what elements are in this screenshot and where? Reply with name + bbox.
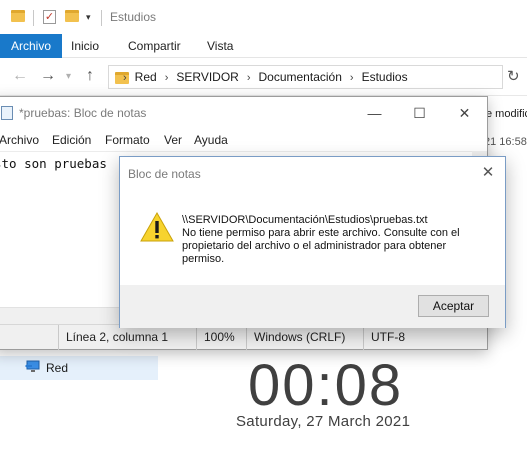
quick-access-toolbar: ✓ ▾ Estudios <box>0 0 527 34</box>
network-icon <box>25 360 40 372</box>
minimize-icon[interactable]: — <box>352 97 397 129</box>
status-zoom: 100% <box>196 325 235 350</box>
ribbon-tabs: Archivo Inicio Compartir Vista <box>0 34 527 58</box>
address-bar[interactable]: › Red › SERVIDOR › Documentación › Estudios <box>108 65 503 89</box>
clock-date: Saturday, 27 March 2021 <box>236 413 411 430</box>
navigation-pane: Red <box>0 356 158 453</box>
notepad-title-bar[interactable]: *pruebas: Bloc de notas — ☐ ✕ <box>0 97 487 129</box>
menu-ayuda[interactable]: Ayuda <box>194 133 228 147</box>
clock-time: 00:08 <box>248 353 404 418</box>
up-arrow-icon[interactable]: ↑ <box>86 67 94 85</box>
breadcrumb-separator-icon: › <box>164 72 169 84</box>
refresh-icon[interactable]: ↻ <box>507 67 520 85</box>
close-icon[interactable]: ✕ <box>442 97 487 129</box>
tab-inicio[interactable]: Inicio <box>71 34 99 58</box>
recent-locations-chevron-icon[interactable]: ▾ <box>66 71 71 82</box>
breadcrumb: › Red › SERVIDOR › Documentación › Estudios <box>123 70 408 84</box>
close-icon[interactable]: ✕ <box>471 157 505 189</box>
notepad-icon <box>1 106 13 120</box>
breadcrumb-servidor[interactable]: SERVIDOR <box>176 70 238 84</box>
toolbar-divider <box>33 10 34 26</box>
notepad-content[interactable]: sto son pruebas <box>0 156 107 171</box>
forward-arrow-icon[interactable]: → <box>40 67 56 85</box>
tab-vista[interactable]: Vista <box>207 34 233 58</box>
chevron-down-icon[interactable]: ▾ <box>86 12 91 23</box>
menu-ver[interactable]: Ver <box>164 133 182 147</box>
back-arrow-icon[interactable]: ← <box>12 67 28 85</box>
toolbar-divider <box>101 10 102 26</box>
dialog-title: Bloc de notas <box>128 167 201 181</box>
navigation-bar: ← → ▾ ↑ › Red › SERVIDOR › Documentación › Estu… <box>0 58 527 96</box>
tab-compartir[interactable]: Compartir <box>128 34 181 58</box>
new-folder-icon[interactable] <box>65 10 79 22</box>
status-encoding: UTF-8 <box>363 325 405 350</box>
nav-item-network[interactable]: Red <box>0 356 158 380</box>
breadcrumb-separator-icon: › <box>123 72 127 84</box>
dialog-body: \\SERVIDOR\Documentación\Estudios\prueba… <box>120 189 505 285</box>
menu-archivo[interactable]: Archivo <box>0 133 39 147</box>
accept-button[interactable]: Aceptar <box>418 295 489 317</box>
folder-icon[interactable] <box>11 10 25 22</box>
breadcrumb-estudios[interactable]: Estudios <box>362 70 408 84</box>
permission-error-dialog: Bloc de notas ✕ \\SERVIDOR\Documentación… <box>119 156 506 328</box>
clock-widget: 00:08 Saturday, 27 March 2021 <box>236 350 436 453</box>
properties-check-icon[interactable]: ✓ <box>43 10 56 24</box>
status-cursor-position: Línea 2, columna 1 <box>58 325 168 350</box>
error-text: No tiene permiso para abrir este archivo… <box>182 227 460 265</box>
breadcrumb-separator-icon: › <box>349 72 354 84</box>
notepad-title: *pruebas: Bloc de notas <box>19 106 147 120</box>
maximize-icon[interactable]: ☐ <box>397 97 442 129</box>
dialog-footer: Aceptar <box>120 285 505 328</box>
warning-icon <box>140 212 174 242</box>
tab-archivo[interactable]: Archivo <box>0 34 63 58</box>
dialog-message: \\SERVIDOR\Documentación\Estudios\prueba… <box>182 214 490 266</box>
breadcrumb-documentacion[interactable]: Documentación <box>259 70 342 84</box>
column-header-modified[interactable]: e modific <box>486 108 527 120</box>
breadcrumb-red[interactable]: Red <box>135 70 157 84</box>
breadcrumb-separator-icon: › <box>246 72 251 84</box>
status-line-ending: Windows (CRLF) <box>246 325 345 350</box>
window-title: Estudios <box>110 10 157 24</box>
file-path: \\SERVIDOR\Documentación\Estudios\prueba… <box>182 214 428 226</box>
notepad-menu-bar: Archivo Edición Formato Ver Ayuda <box>0 129 487 151</box>
nav-item-label: Red <box>46 361 69 375</box>
menu-formato[interactable]: Formato <box>105 133 150 147</box>
file-modified-date: 21 16:58 <box>484 136 527 148</box>
menu-edicion[interactable]: Edición <box>52 133 91 147</box>
dialog-title-bar[interactable]: Bloc de notas ✕ <box>120 157 505 189</box>
